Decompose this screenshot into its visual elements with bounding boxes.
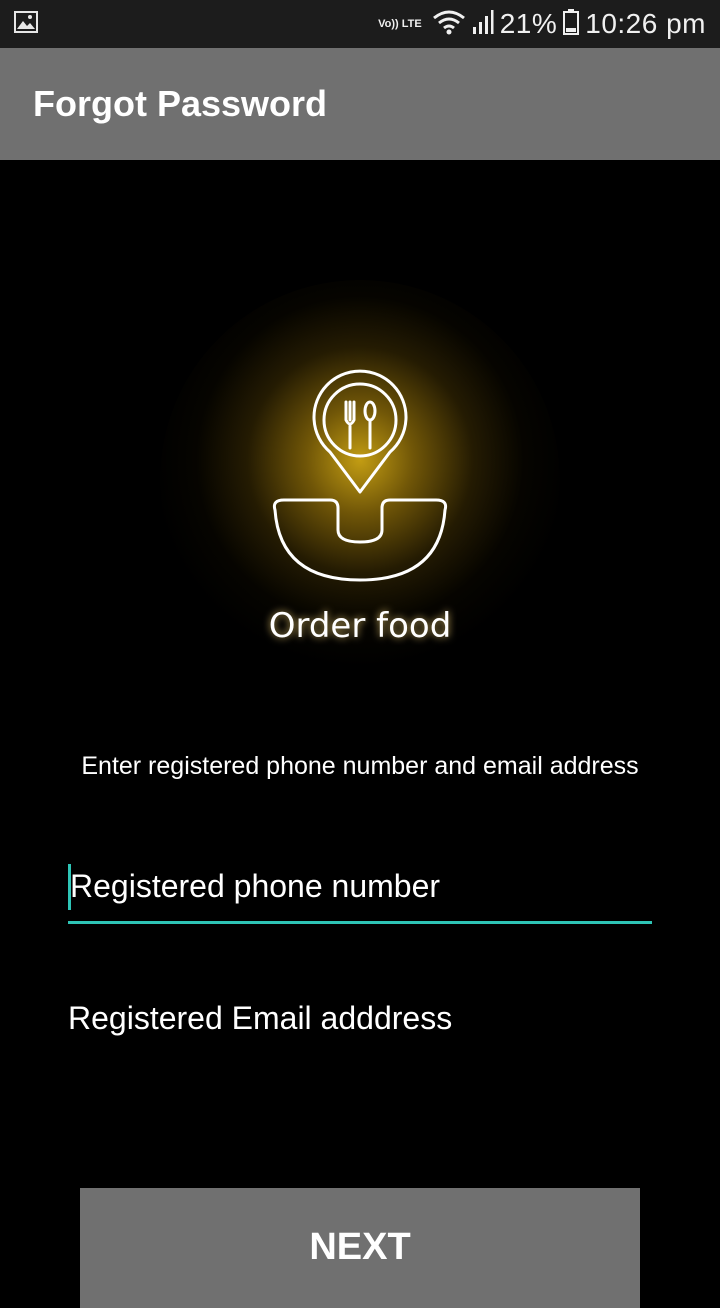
status-left [14, 11, 38, 37]
page-title: Forgot Password [33, 83, 328, 124]
signal-icon [472, 9, 494, 39]
next-button-label: NEXT [309, 1226, 411, 1268]
battery-percent: 21% [499, 8, 558, 39]
battery-icon [563, 9, 580, 39]
email-field[interactable]: Registered Email adddress [68, 996, 652, 1046]
next-button[interactable]: NEXT [80, 1188, 640, 1308]
email-placeholder: Registered Email adddress [68, 1000, 453, 1036]
logo: Order food [160, 280, 560, 680]
logo-caption: Order food [268, 606, 452, 646]
image-notification-icon [14, 11, 38, 37]
wifi-icon [432, 9, 466, 39]
instruction-text: Enter registered phone number and email … [81, 752, 639, 780]
phone-placeholder: Registered phone number [70, 868, 441, 904]
app-bar: Forgot Password [0, 48, 720, 160]
phone-field[interactable]: Registered phone number [68, 862, 652, 924]
status-right: Vo)) LTE 21% 10:26 pm [378, 8, 706, 40]
clock: 10:26 pm [585, 8, 706, 39]
volte-indicator: Vo)) LTE [378, 17, 422, 30]
status-bar: Vo)) LTE 21% 10:26 pm [0, 0, 720, 48]
